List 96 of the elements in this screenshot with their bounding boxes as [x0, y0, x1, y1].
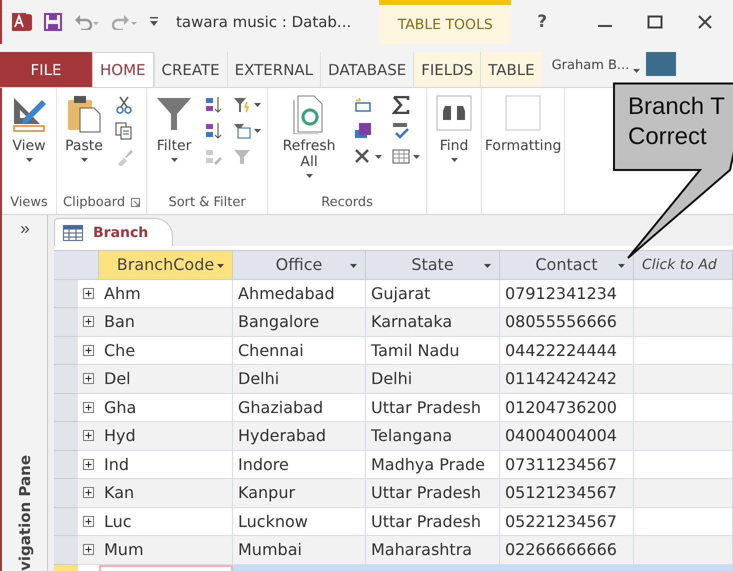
- clipboard-icon: [65, 94, 103, 134]
- caret-icon: [375, 155, 382, 159]
- sort-ascending-icon[interactable]: [205, 96, 224, 114]
- navigation-pane-label[interactable]: vigation Pane: [18, 455, 32, 571]
- table-cell: Mum: [99, 536, 233, 564]
- caret-icon: [618, 264, 625, 268]
- ribbon-tab[interactable]: TABLE: [480, 52, 542, 87]
- table-cell: Ban: [99, 308, 233, 336]
- window-title: tawara music : Datab...: [176, 13, 352, 31]
- caret-icon: [633, 68, 640, 72]
- help-button[interactable]: ?: [537, 12, 548, 32]
- table-icon: [63, 224, 83, 240]
- navigation-pane-toggle[interactable]: »: [20, 219, 30, 239]
- group-label: Sort & Filter: [168, 194, 246, 210]
- ribbon-button[interactable]: Filter: [153, 92, 196, 164]
- expand-icon[interactable]: [83, 316, 94, 328]
- column-header[interactable]: Office: [233, 251, 366, 280]
- close-icon[interactable]: [697, 15, 713, 29]
- save-record-icon[interactable]: [354, 122, 372, 140]
- caret-icon: [80, 158, 88, 162]
- ribbon-button[interactable]: Formatting: [488, 92, 558, 156]
- table-cell: Bangalore: [233, 308, 366, 336]
- group-label: Records: [321, 194, 373, 210]
- expand-icon[interactable]: [83, 516, 94, 527]
- group-label: Views: [10, 194, 48, 210]
- ribbon-button[interactable]: Refresh All: [274, 92, 344, 180]
- ribbon-button[interactable]: Find: [433, 92, 476, 164]
- expand-icon[interactable]: [83, 373, 94, 384]
- dialog-launcher-icon[interactable]: [131, 198, 140, 206]
- caret-icon: [217, 264, 224, 268]
- table-cell: Uttar Pradesh: [366, 479, 500, 508]
- access-logo-icon: [12, 11, 32, 33]
- callout-text: Branch T: [628, 92, 726, 122]
- document-tab-label: Branch: [93, 224, 148, 240]
- caret-icon: [170, 158, 178, 162]
- new-record-icon[interactable]: [354, 96, 372, 114]
- expand-icon[interactable]: [83, 288, 94, 299]
- copy-icon[interactable]: [115, 122, 133, 140]
- column-header[interactable]: Click to Ad: [634, 251, 733, 280]
- ribbon-tab[interactable]: EXTERNAL: [226, 52, 320, 87]
- sort-descending-icon[interactable]: [205, 122, 224, 140]
- maximize-icon[interactable]: [647, 15, 663, 29]
- expand-icon[interactable]: [83, 458, 94, 470]
- table-cell: 05121234567: [500, 479, 634, 508]
- expand-icon[interactable]: [83, 544, 94, 556]
- caret-icon: [484, 264, 491, 268]
- callout-text: Correct: [628, 122, 708, 152]
- customize-icon[interactable]: [150, 17, 158, 27]
- table-cell: 01142424242: [500, 365, 634, 394]
- table-cell: Del: [99, 365, 233, 394]
- expand-icon[interactable]: [83, 487, 94, 498]
- table-cell: Telangana: [366, 422, 500, 450]
- caret-icon: [306, 174, 313, 178]
- ribbon-tab[interactable]: CREATE: [154, 52, 227, 87]
- table-cell: Delhi: [366, 365, 500, 394]
- ribbon-tab[interactable]: FIELDS: [413, 52, 480, 87]
- user-name[interactable]: Graham B...: [552, 58, 630, 87]
- document-tab[interactable]: Branch: [54, 218, 174, 246]
- column-header[interactable]: State: [366, 251, 500, 280]
- caret-icon: [254, 103, 262, 107]
- toggle-filter-icon[interactable]: [233, 148, 252, 166]
- scissors-icon[interactable]: [115, 96, 133, 114]
- ribbon-tab[interactable]: HOME: [92, 52, 154, 87]
- more-icon[interactable]: [392, 148, 410, 166]
- group-label: Clipboard: [63, 194, 126, 210]
- caret-icon: [350, 264, 357, 268]
- table-cell: 08055556666: [500, 308, 634, 336]
- table-cell: Hyd: [99, 422, 233, 450]
- table-cell: Maharashtra: [366, 536, 500, 564]
- column-header[interactable]: BranchCode: [99, 251, 233, 280]
- caret-icon: [450, 158, 458, 162]
- ribbon-button[interactable]: View: [8, 92, 50, 164]
- caret-icon: [26, 158, 32, 162]
- spelling-icon[interactable]: [392, 122, 410, 140]
- ribbon-tab[interactable]: FILE: [0, 52, 92, 87]
- caret-icon: [254, 129, 262, 133]
- sum-icon[interactable]: [392, 96, 410, 114]
- expand-icon[interactable]: [83, 430, 94, 442]
- expand-icon[interactable]: [83, 344, 94, 356]
- undo-icon[interactable]: [74, 14, 100, 30]
- table-cell: Delhi: [233, 365, 366, 394]
- save-icon[interactable]: [44, 13, 62, 31]
- caret-icon: [413, 155, 420, 159]
- column-header[interactable]: Contact: [500, 251, 634, 280]
- contextual-tab-group-label: TABLE TOOLS: [379, 0, 512, 44]
- table-cell: Kan: [99, 479, 233, 508]
- expand-icon[interactable]: [83, 402, 94, 413]
- table-cell: Mumbai: [233, 536, 366, 564]
- table-cell: Karnataka: [366, 308, 500, 336]
- table-cell: Kanpur: [233, 479, 366, 508]
- table-cell: 02266666666: [500, 536, 634, 564]
- table-cell: Hyderabad: [233, 422, 366, 450]
- filter-selection-icon[interactable]: [233, 96, 252, 114]
- table-cell: 04004004004: [500, 422, 634, 450]
- ribbon-button[interactable]: Paste: [63, 92, 105, 164]
- advanced-filter-icon[interactable]: [233, 122, 252, 140]
